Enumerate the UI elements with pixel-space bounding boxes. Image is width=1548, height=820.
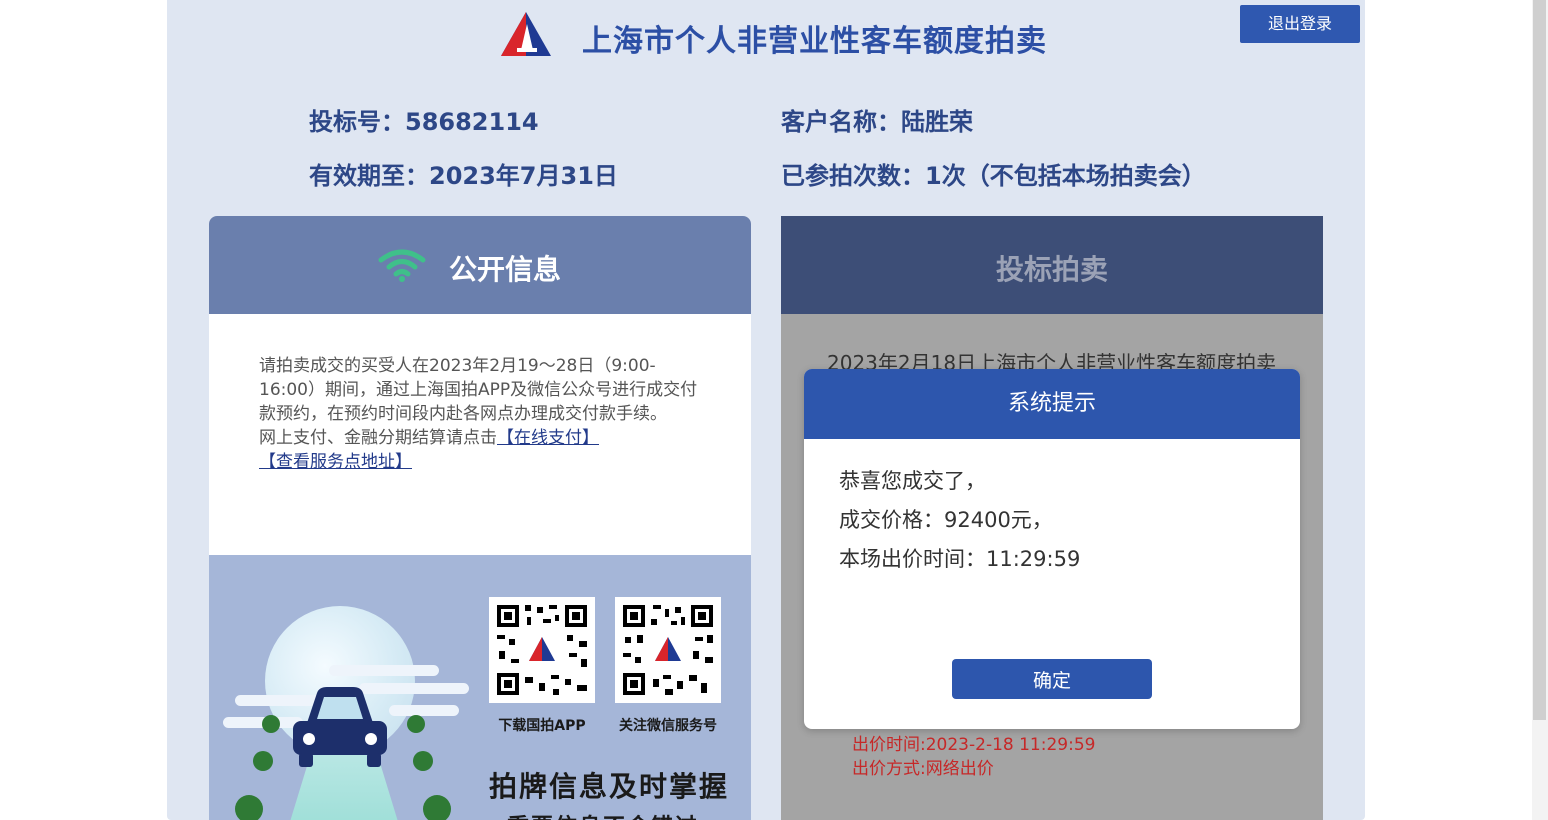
tree-icon: [413, 751, 433, 771]
promo-subslogan: 重要信息不会错过: [507, 809, 699, 820]
tree-icon: [253, 751, 273, 771]
main-panel: 上海市个人非营业性客车额度拍卖 退出登录 投标号：58682114 客户名称：陆…: [167, 0, 1365, 820]
confirm-button[interactable]: 确定: [952, 659, 1152, 699]
dialog-title: 系统提示: [804, 369, 1300, 439]
car-icon: [293, 687, 387, 767]
dialog-deal-price: 成交价格：92400元，: [839, 508, 1053, 532]
qr-app-label: 下载国拍APP: [498, 718, 586, 734]
notice-text: 请拍卖成交的买受人在2023年2月19～28日（9:00-16:00）期间，通过…: [259, 356, 698, 424]
cloud-shape: [329, 665, 439, 676]
qr-wechat-label: 关注微信服务号: [619, 718, 717, 734]
site-title: 上海市个人非营业性客车额度拍卖: [582, 24, 1047, 59]
public-info-card: 公开信息 请拍卖成交的买受人在2023年2月19～28日（9:00-16:00）…: [209, 216, 751, 820]
customer-name: 客户名称：陆胜荣: [781, 108, 973, 136]
bid-number: 投标号：58682114: [309, 108, 539, 136]
tree-icon: [407, 715, 425, 733]
participation-count: 已参拍次数：1次（不包括本场拍卖会）: [781, 162, 1206, 190]
service-point-link[interactable]: 【查看服务点地址】: [259, 452, 412, 472]
logo-icon: [501, 12, 551, 56]
system-prompt-dialog: 系统提示 恭喜您成交了， 成交价格：92400元， 本场出价时间：11:29:5…: [804, 369, 1300, 729]
tree-icon: [423, 795, 451, 820]
bidding-title: 投标拍卖: [995, 253, 1108, 286]
wifi-icon: [378, 249, 426, 282]
dialog-bid-time: 本场出价时间：11:29:59: [839, 547, 1081, 571]
bid-method: 出价方式:网络出价: [852, 759, 994, 779]
cloud-shape: [389, 705, 459, 716]
qr-code-wechat-icon: [615, 597, 721, 703]
logout-button[interactable]: 退出登录: [1240, 5, 1360, 43]
scrollbar-thumb[interactable]: [1533, 0, 1546, 720]
payment-prefix: 网上支付、金融分期结算请点击: [259, 428, 497, 448]
dialog-congrats-text: 恭喜您成交了，: [839, 469, 986, 493]
public-info-title: 公开信息: [449, 253, 562, 286]
valid-until: 有效期至：2023年7月31日: [309, 162, 618, 190]
online-payment-link[interactable]: 【在线支付】: [497, 428, 599, 448]
payment-notice: 请拍卖成交的买受人在2023年2月19～28日（9:00-16:00）期间，通过…: [259, 354, 711, 474]
qr-code-app-icon: [489, 597, 595, 703]
public-info-header: 公开信息: [209, 216, 751, 314]
app-promo-banner: 下载国拍APP 关注微信服务号 拍牌信息及时掌握 重要信息不会错过: [209, 555, 751, 820]
bid-time: 出价时间:2023-2-18 11:29:59: [852, 735, 1096, 755]
tree-icon: [262, 715, 280, 733]
promo-slogan: 拍牌信息及时掌握: [489, 770, 730, 803]
tree-icon: [235, 795, 263, 820]
bidding-header: 投标拍卖: [781, 216, 1323, 314]
